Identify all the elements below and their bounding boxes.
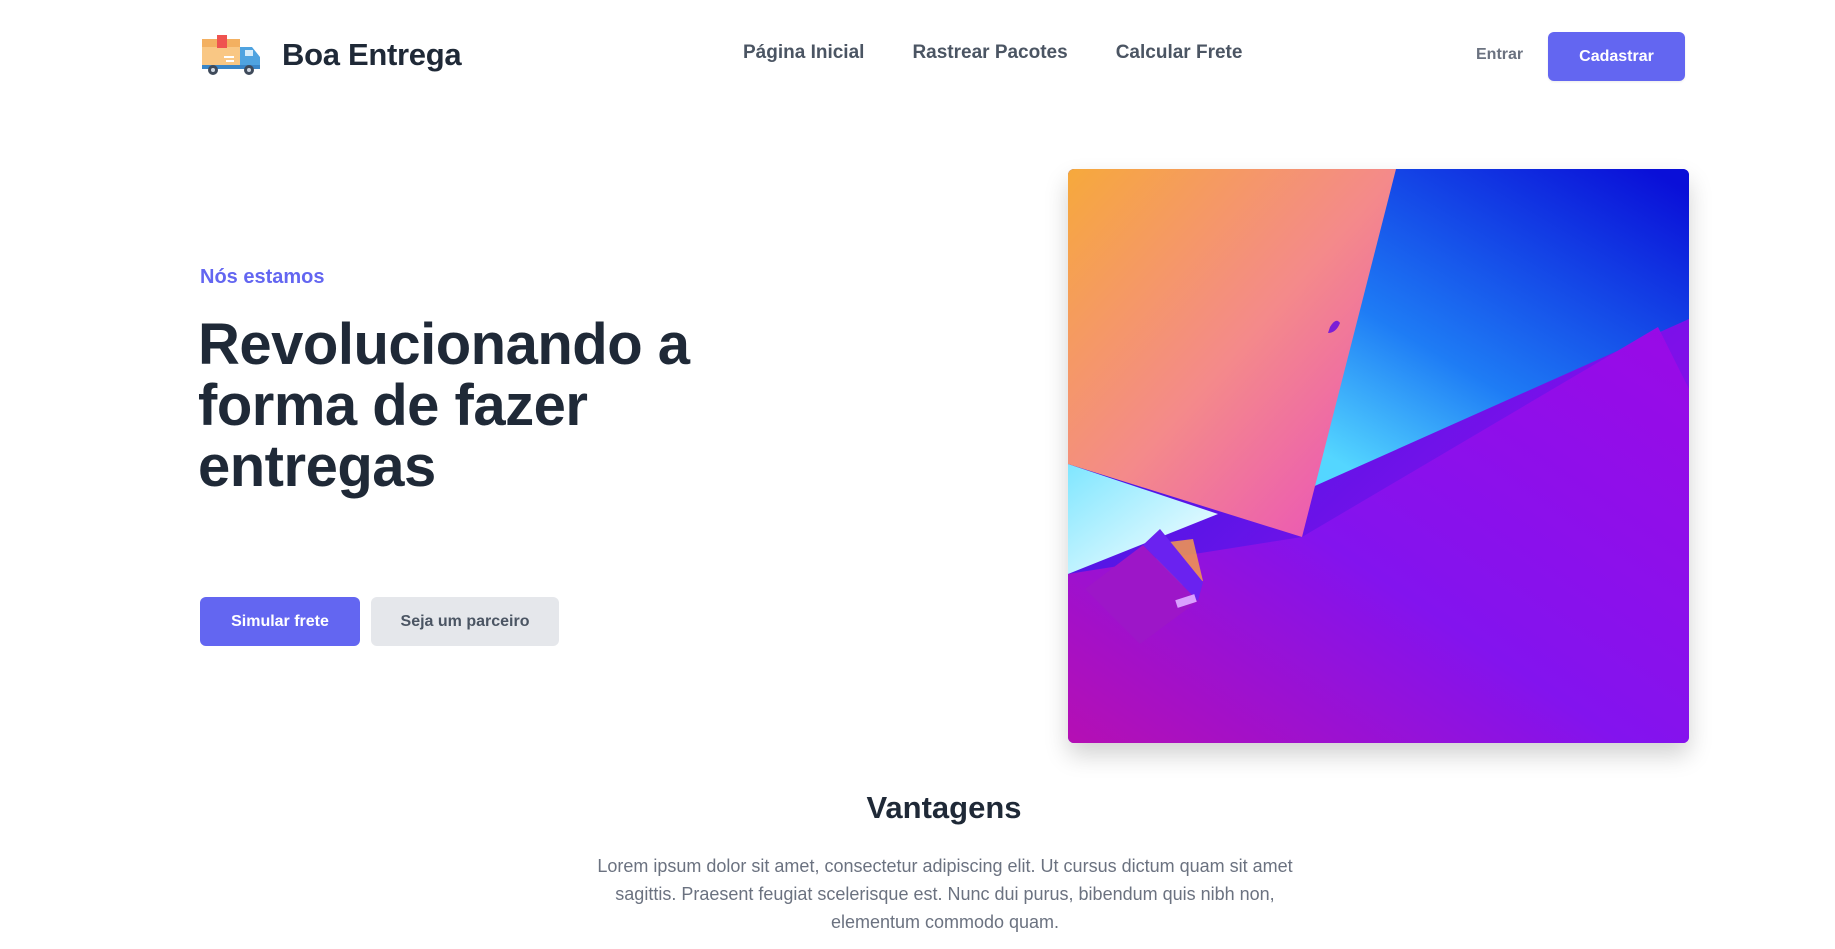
simulate-shipping-button[interactable]: Simular frete <box>200 597 360 646</box>
become-partner-button[interactable]: Seja um parceiro <box>371 597 559 646</box>
main-nav: Página Inicial Rastrear Pacotes Calcular… <box>743 42 1242 64</box>
features-title: Vantagens <box>866 790 1022 825</box>
nav-link-calculate-shipping[interactable]: Calcular Frete <box>1116 42 1243 64</box>
features-description: Lorem ipsum dolor sit amet, consectetur … <box>597 856 1293 932</box>
login-link[interactable]: Entrar <box>1476 46 1523 64</box>
delivery-truck-icon <box>202 35 260 75</box>
site-header: Boa Entrega Página Inicial Rastrear Paco… <box>0 0 1835 112</box>
hero-title: Revolucionando a forma de fazer entregas <box>198 312 690 499</box>
nav-link-home[interactable]: Página Inicial <box>743 42 864 64</box>
hero-eyebrow: Nós estamos <box>200 266 325 288</box>
nav-link-track-packages[interactable]: Rastrear Pacotes <box>912 42 1067 64</box>
brand-name: Boa Entrega <box>282 37 462 72</box>
hero-abstract-image <box>1068 169 1689 743</box>
signup-button[interactable]: Cadastrar <box>1548 32 1685 81</box>
brand-logo[interactable]: Boa Entrega <box>200 33 462 77</box>
